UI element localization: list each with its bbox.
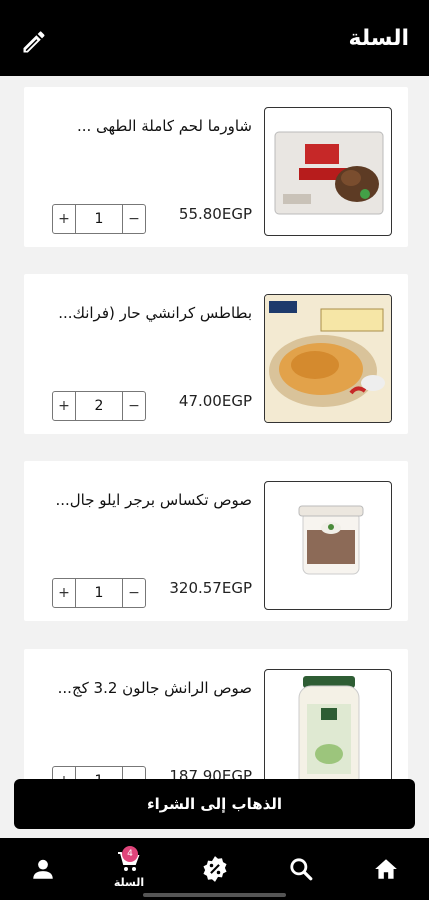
- search-icon: [290, 858, 313, 881]
- cart-item: شاورما لحم كاملة الطهى ... 55.80EGP + 1 …: [24, 87, 408, 247]
- increase-button[interactable]: +: [53, 392, 75, 420]
- increase-button[interactable]: +: [53, 579, 75, 607]
- nav-label-cart: السلة: [113, 875, 145, 889]
- quantity-value: 1: [75, 579, 123, 607]
- product-image[interactable]: [264, 107, 392, 236]
- quantity-stepper: + 2 −: [52, 391, 146, 421]
- discount-badge-icon: [203, 856, 227, 882]
- decrease-button[interactable]: −: [123, 392, 145, 420]
- home-indicator: [143, 893, 286, 897]
- user-icon: [33, 859, 53, 879]
- product-name[interactable]: بطاطس كرانشي حار (فرانك...: [42, 304, 252, 322]
- quantity-stepper: + 1 −: [52, 204, 146, 234]
- decrease-button[interactable]: −: [123, 579, 145, 607]
- product-name[interactable]: صوص الرانش جالون 3.2 كج...: [42, 679, 252, 697]
- quantity-stepper: + 1 −: [52, 578, 146, 608]
- increase-button[interactable]: +: [53, 205, 75, 233]
- nav-item-offers[interactable]: [172, 838, 258, 900]
- product-image[interactable]: [264, 481, 392, 610]
- bottom-nav: 4 السلة: [0, 838, 429, 900]
- edit-cart-button[interactable]: [20, 28, 48, 56]
- quantity-value: 2: [75, 392, 123, 420]
- product-name[interactable]: صوص تكساس برجر ايلو جال...: [42, 491, 252, 509]
- pencil-icon: [23, 31, 45, 53]
- app-header: السلة: [0, 0, 429, 76]
- decrease-button[interactable]: −: [123, 205, 145, 233]
- product-price: 47.00EGP: [178, 392, 252, 410]
- quantity-value: 1: [75, 205, 123, 233]
- cart-item: صوص تكساس برجر ايلو جال... 320.57EGP + 1…: [24, 461, 408, 621]
- home-icon: [375, 859, 397, 879]
- product-image[interactable]: [264, 294, 392, 423]
- cart-count-badge: 4: [122, 846, 138, 862]
- nav-item-profile[interactable]: [0, 838, 86, 900]
- product-name[interactable]: شاورما لحم كاملة الطهى ...: [42, 117, 252, 135]
- nav-item-cart[interactable]: 4 السلة: [86, 838, 172, 900]
- product-price: 55.80EGP: [178, 205, 252, 223]
- cart-item: بطاطس كرانشي حار (فرانك... 47.00EGP + 2 …: [24, 274, 408, 434]
- nav-item-search[interactable]: [258, 838, 344, 900]
- checkout-button[interactable]: الذهاب إلى الشراء: [14, 779, 415, 829]
- nav-item-home[interactable]: [343, 838, 429, 900]
- page-title: السلة: [348, 26, 409, 51]
- product-price: 320.57EGP: [169, 579, 252, 597]
- cart-list[interactable]: شاورما لحم كاملة الطهى ... 55.80EGP + 1 …: [0, 76, 429, 838]
